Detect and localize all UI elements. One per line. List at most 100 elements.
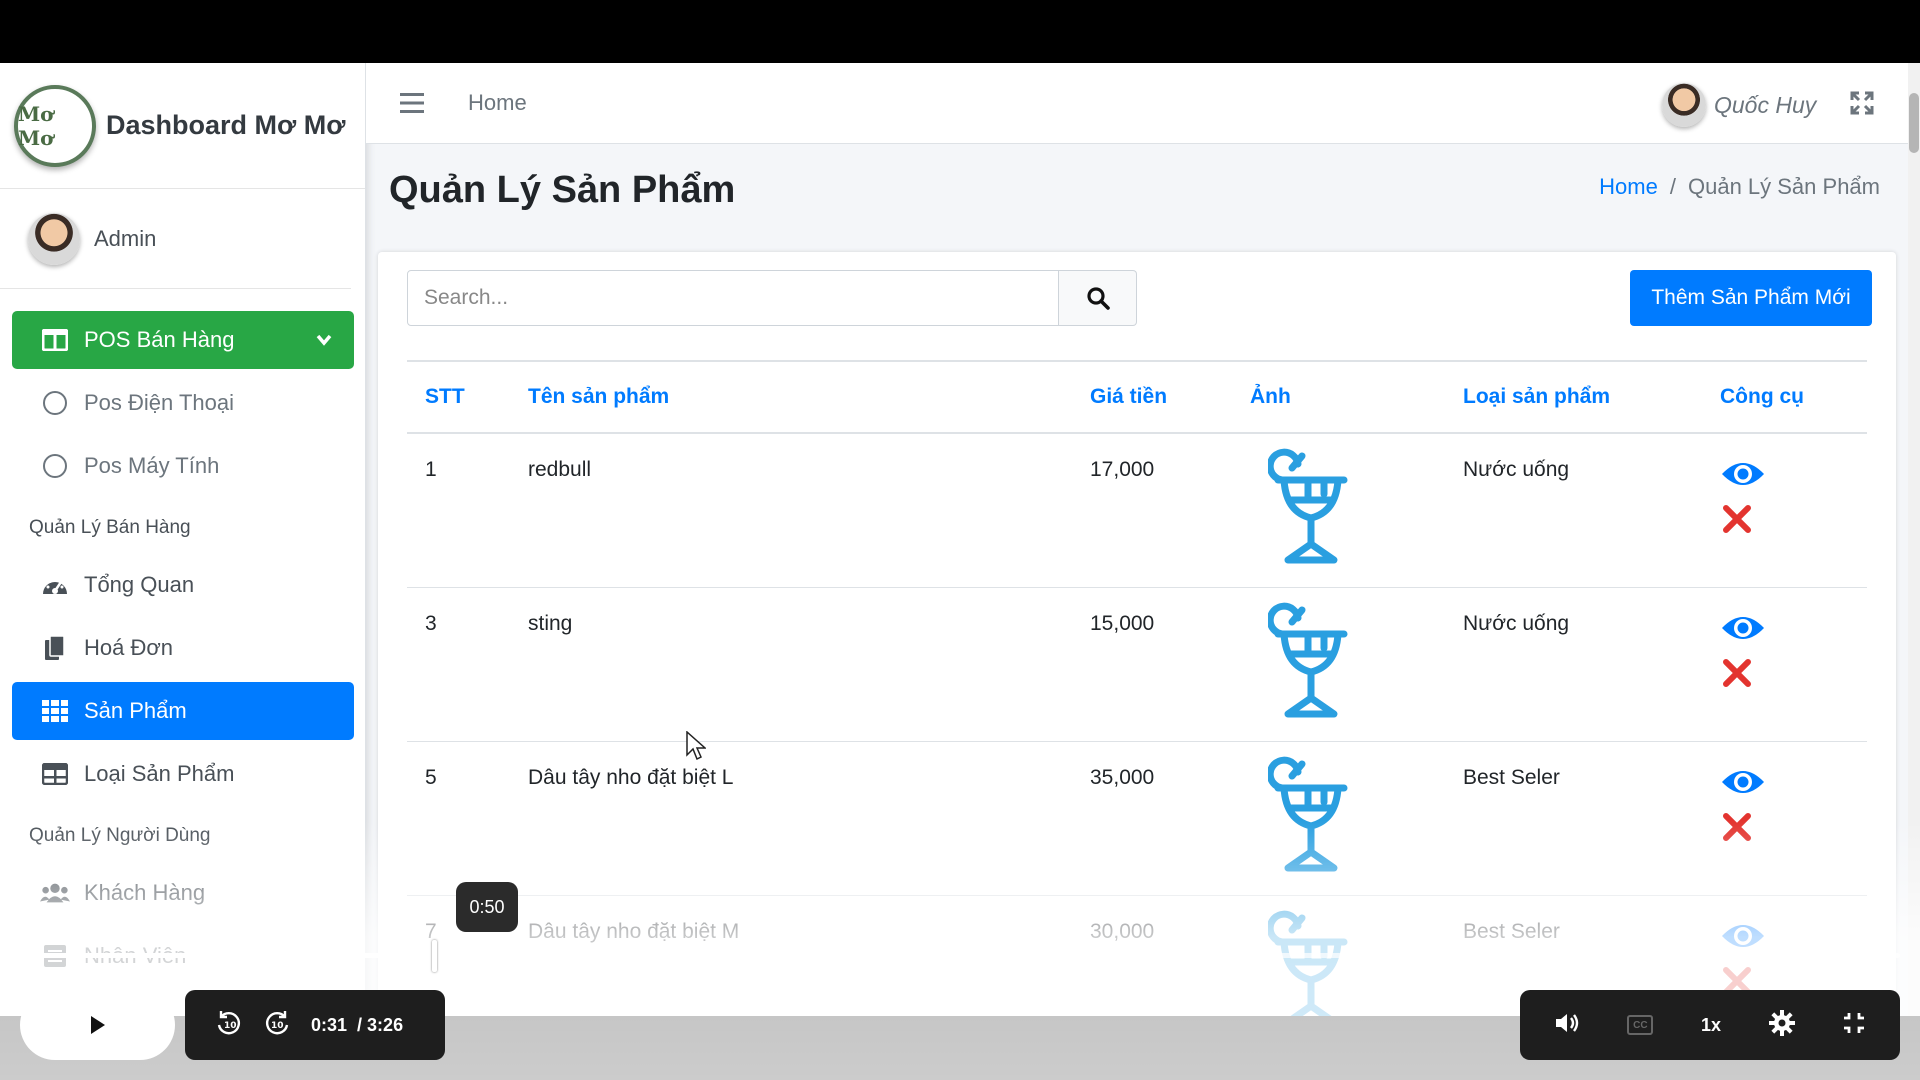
delete-x-icon — [1723, 505, 1751, 533]
mouse-cursor-icon — [686, 730, 707, 766]
cell-stt: 1 — [407, 433, 510, 588]
main-content: Quản Lý Sản Phẩm Home / Quản Lý Sản Phẩm… — [366, 144, 1920, 1016]
current-time: 0:31 — [311, 1014, 348, 1035]
sidebar-item-pos[interactable]: POS Bán Hàng — [12, 311, 354, 369]
fullscreen-icon[interactable] — [1850, 91, 1874, 120]
breadcrumb-home[interactable]: Home — [1599, 174, 1658, 200]
cell-name: redbull — [510, 433, 1072, 588]
brand-logo: Mơ Mơ — [14, 84, 96, 167]
grid-icon — [40, 700, 70, 722]
eye-icon — [1722, 770, 1764, 793]
hamburger-menu-icon[interactable] — [400, 93, 424, 118]
view-button[interactable] — [1720, 920, 1867, 958]
svg-text:10: 10 — [271, 1021, 284, 1031]
play-button[interactable] — [20, 990, 175, 1060]
drink-cup-icon — [1266, 448, 1354, 571]
table-row: 5 Dâu tây nho đặt biệt L 35,000 Best Seler — [407, 741, 1867, 896]
brand-logo-text: Mơ Mơ — [18, 101, 54, 150]
cell-image — [1232, 741, 1445, 896]
col-image[interactable]: Ảnh — [1232, 360, 1445, 434]
video-frame: Mơ Mơ Dashboard Mơ Mơ Admin POS Bán Hàng — [0, 63, 1920, 1016]
sidebar-item-hoa-don[interactable]: Hoá Đơn — [12, 619, 354, 677]
seek-handle[interactable] — [431, 940, 437, 972]
sidebar-item-label: Sản Phẩm — [84, 698, 187, 723]
cell-image — [1232, 587, 1445, 742]
cell-tools — [1702, 587, 1867, 742]
sidebar-item-pos-dien-thoai[interactable]: Pos Điện Thoại — [12, 374, 354, 432]
col-price[interactable]: Giá tiền — [1072, 360, 1232, 434]
top-navbar: Home Quốc Huy — [366, 63, 1920, 144]
sidebar-item-san-pham[interactable]: Sản Phẩm — [12, 682, 354, 740]
user-panel[interactable]: Admin — [0, 189, 351, 289]
cell-name: Dâu tây nho đặt biệt L — [510, 741, 1072, 896]
cell-name: sting — [510, 587, 1072, 742]
view-button[interactable] — [1720, 458, 1867, 496]
columns-icon — [40, 329, 70, 351]
seek-bar-fill — [20, 953, 434, 958]
view-button[interactable] — [1720, 766, 1867, 804]
brand-title: Dashboard Mơ Mơ — [106, 110, 346, 140]
playback-speed[interactable]: 1x — [1701, 1015, 1721, 1036]
col-name[interactable]: Tên sản phẩm — [510, 360, 1072, 434]
search-icon — [1086, 287, 1110, 310]
volume-icon[interactable] — [1554, 1011, 1580, 1040]
screen: Mơ Mơ Dashboard Mơ Mơ Admin POS Bán Hàng — [0, 0, 1920, 1080]
seek-bar[interactable] — [20, 953, 1900, 958]
search-input[interactable] — [407, 270, 1059, 326]
add-product-button[interactable]: Thêm Sản Phẩm Mới — [1630, 270, 1872, 326]
vertical-scrollbar[interactable] — [1908, 63, 1920, 1016]
circle-icon — [40, 391, 70, 415]
col-tools[interactable]: Công cụ — [1702, 360, 1867, 434]
top-user-menu[interactable]: Quốc Huy — [1662, 83, 1816, 127]
sidebar-item-loai-san-pham[interactable]: Loại Sản Phẩm — [12, 745, 354, 803]
breadcrumb-separator: / — [1669, 174, 1676, 199]
table-header-row: STT Tên sản phẩm Giá tiền Ảnh Loại sản p… — [407, 360, 1867, 434]
captions-icon[interactable]: CC — [1627, 1015, 1654, 1035]
table-row: 3 sting 15,000 Nước uống — [407, 587, 1867, 742]
col-category[interactable]: Loại sản phẩm — [1445, 360, 1702, 434]
sidebar-item-khach-hang[interactable]: Khách Hàng — [12, 864, 354, 922]
time-display: 0:31 / 3:26 — [311, 1015, 403, 1036]
breadcrumb-current: Quản Lý Sản Phẩm — [1687, 174, 1880, 199]
settings-gear-icon[interactable] — [1768, 1009, 1795, 1041]
eye-icon — [1722, 463, 1764, 485]
delete-x-icon — [1723, 812, 1751, 841]
sidebar-item-label: Khách Hàng — [84, 880, 206, 905]
view-button[interactable] — [1720, 612, 1867, 650]
search-button[interactable] — [1059, 270, 1137, 326]
col-stt[interactable]: STT — [407, 360, 510, 434]
top-user-avatar — [1662, 83, 1706, 127]
page-title: Quản Lý Sản Phẩm — [389, 169, 736, 211]
user-name: Admin — [94, 225, 157, 251]
playback-controls: 10 10 0:31 / 3:26 — [185, 990, 445, 1060]
cell-category: Best Seler — [1445, 741, 1702, 896]
exit-fullscreen-icon[interactable] — [1842, 1011, 1866, 1040]
sidebar-item-tong-quan[interactable]: Tổng Quan — [12, 556, 354, 614]
forward-10-icon[interactable]: 10 — [263, 1009, 291, 1042]
drink-cup-icon — [1266, 910, 1354, 1016]
cell-category: Nước uống — [1445, 433, 1702, 588]
svg-text:10: 10 — [224, 1021, 237, 1031]
cell-price: 17,000 — [1072, 433, 1232, 588]
scrollbar-thumb[interactable] — [1909, 93, 1919, 153]
sidebar-item-label: Hoá Đơn — [84, 635, 174, 660]
delete-button[interactable] — [1720, 504, 1867, 540]
users-icon — [40, 882, 70, 904]
sidebar-item-pos-may-tinh[interactable]: Pos Máy Tính — [12, 437, 354, 495]
brand[interactable]: Mơ Mơ Dashboard Mơ Mơ — [0, 63, 365, 189]
delete-button[interactable] — [1720, 812, 1867, 848]
eye-icon — [1722, 616, 1764, 639]
products-card: Thêm Sản Phẩm Mới STT Tên sản phẩm Giá t… — [378, 252, 1896, 1016]
sidebar-item-label: Loại Sản Phẩm — [84, 761, 235, 786]
copy-icon — [40, 635, 70, 661]
table-icon — [40, 763, 70, 785]
cell-image — [1232, 433, 1445, 588]
top-home-link[interactable]: Home — [468, 90, 527, 116]
search-bar — [407, 270, 1137, 326]
rewind-10-icon[interactable]: 10 — [215, 1009, 243, 1042]
delete-button[interactable] — [1720, 658, 1867, 694]
top-user-name: Quốc Huy — [1714, 91, 1817, 118]
drink-cup-icon — [1266, 756, 1354, 879]
play-icon — [90, 1016, 105, 1034]
sidebar-item-label: Pos Máy Tính — [84, 453, 220, 478]
